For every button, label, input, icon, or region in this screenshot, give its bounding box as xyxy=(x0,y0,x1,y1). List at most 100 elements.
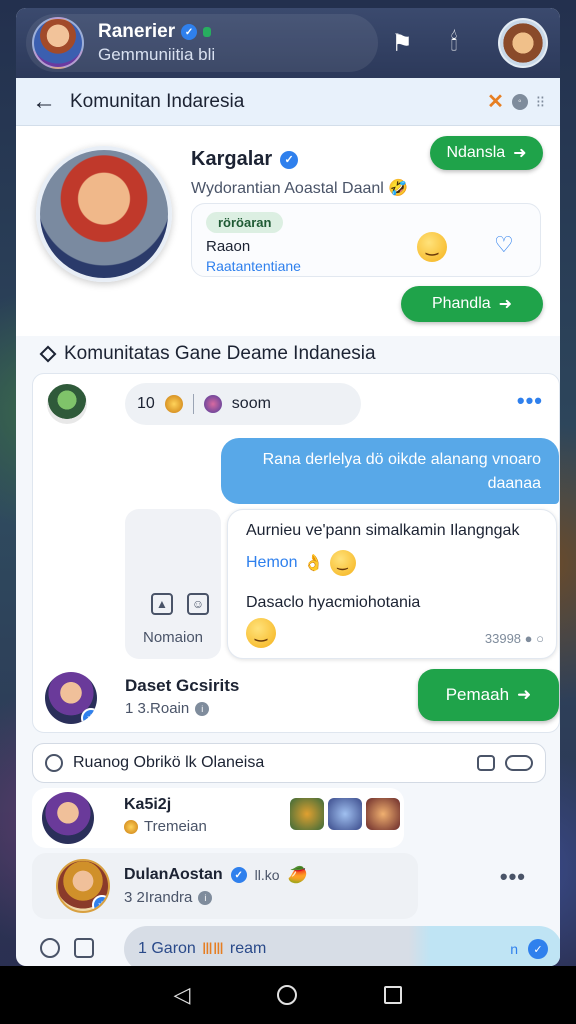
game-thumbnails xyxy=(290,798,400,830)
camera-icon[interactable] xyxy=(477,755,495,771)
attachment-label: Nomaion xyxy=(142,629,204,646)
verified-icon: ✓ xyxy=(181,24,198,40)
avatar[interactable] xyxy=(47,384,87,424)
arrow-right-icon: ➜ xyxy=(498,296,513,313)
composer-right: n ✓ xyxy=(510,939,548,959)
info-icon: i xyxy=(198,890,213,905)
top-profile-subtitle: Gemmuniitia bli xyxy=(98,45,216,64)
torch-icon[interactable]: 🕯 xyxy=(440,29,468,57)
follow-button-label: Ndansla xyxy=(446,144,506,161)
profile-name: Kargalar xyxy=(191,148,273,170)
composer-icons xyxy=(40,938,94,958)
fire-emoji-icon: ⅢⅢ xyxy=(201,941,224,958)
list-item[interactable]: ★ DulanAostan ✓ ll.ko 🥭 3 2Irandra i xyxy=(32,853,418,919)
list-item-meta: 3 2Irandra i xyxy=(124,889,213,906)
page-header: ← Komunitan Indaresia ✕ ◦ ⁝⁝ xyxy=(16,78,560,126)
follow-button[interactable]: Ndansla ➜ xyxy=(430,136,543,170)
status-ring-icon: ○ xyxy=(536,631,544,646)
more-dots-icon[interactable]: ⁝⁝ xyxy=(536,92,545,112)
list-item-meta-text: 3 2Irandra xyxy=(124,889,193,906)
verified-icon: ✓ xyxy=(230,867,247,883)
more-dots-icon[interactable]: ••• xyxy=(500,864,526,890)
arrow-right-icon: ➜ xyxy=(513,145,527,162)
message-timestamp: 33998 ● ○ xyxy=(485,631,544,646)
outgoing-message-bubble[interactable]: Rana derlelya dö oikde alanang vnoaro da… xyxy=(221,438,559,504)
member-meta-text: 1 3.Roain xyxy=(125,700,190,717)
join-button[interactable]: Pemaah ➜ xyxy=(418,669,559,721)
incoming-message-bubble[interactable]: Aurnieu ve'pann simalkamin Ilangngak Hem… xyxy=(227,509,557,659)
leaf-emoji-icon: 🥭 xyxy=(287,867,308,884)
member-name: Daset Gcsirits xyxy=(125,676,240,695)
sticker-icon[interactable]: ☺ xyxy=(187,593,209,615)
message-line: Aurnieu ve'pann simalkamin Ilangngak xyxy=(246,522,520,539)
attachment-card[interactable]: ▲ ☺ Nomaion xyxy=(125,509,221,659)
nav-home-icon[interactable] xyxy=(277,985,298,1005)
secondary-action-label: Phandla xyxy=(431,295,491,312)
member-count-pill[interactable]: 10 soom xyxy=(125,383,361,425)
settings-icon[interactable] xyxy=(40,938,60,958)
more-dots-icon[interactable]: ••• xyxy=(517,388,543,414)
composer-right-label: n xyxy=(510,941,518,957)
back-arrow-icon[interactable]: ← xyxy=(32,89,56,114)
top-app-bar: Ranerier ✓ Gemmuniitia bli ⚑ 🕯 xyxy=(16,8,560,78)
search-actions xyxy=(477,755,533,771)
join-button-label: Pemaah xyxy=(445,685,510,704)
header-actions: ✕ ◦ ⁝⁝ xyxy=(487,89,545,114)
message-field[interactable]: 1 Garon ⅢⅢ ream n ✓ xyxy=(124,926,560,966)
heart-icon[interactable]: ♡ xyxy=(494,232,514,258)
info-line-primary: Raaon xyxy=(206,238,251,255)
filter-icon[interactable] xyxy=(505,755,533,771)
profile-avatar[interactable] xyxy=(36,146,172,282)
list-item-name-row: DulanAostan ✓ ll.ko 🥭 xyxy=(124,865,308,885)
divider xyxy=(192,394,194,414)
arrow-right-icon: ➜ xyxy=(517,685,532,704)
game-thumbnail[interactable] xyxy=(366,798,400,830)
game-thumbnail[interactable] xyxy=(328,798,362,830)
image-icon[interactable]: ▲ xyxy=(151,593,173,615)
list-item[interactable]: Ka5i2j Tremeian xyxy=(32,788,404,848)
attach-icon[interactable] xyxy=(74,938,94,958)
secondary-action-button[interactable]: Phandla ➜ xyxy=(401,286,543,322)
message-draft: 1 Garon ⅢⅢ ream xyxy=(138,939,266,959)
info-icon: i xyxy=(195,701,210,716)
smile-emoji-icon: ‿ xyxy=(329,550,356,576)
flag-icon[interactable]: ⚑ xyxy=(388,29,416,58)
community-section-title: Komunitatas Gane Deame Indanesia xyxy=(39,343,376,365)
send-icon[interactable]: ✓ xyxy=(528,939,548,959)
read-receipt-icon: ● xyxy=(524,631,533,646)
profile-name-row: Kargalar ✓ xyxy=(191,148,299,171)
list-item-name: DulanAostan xyxy=(124,866,223,883)
attachment-icons: ▲ ☺ xyxy=(151,593,209,615)
verified-icon: ✓ xyxy=(280,150,299,169)
avatar[interactable] xyxy=(42,792,94,844)
status-ring-icon[interactable]: ◦ xyxy=(511,93,528,110)
top-profile-info: Ranerier ✓ Gemmuniitia bli xyxy=(98,21,215,65)
search-bar[interactable] xyxy=(32,743,546,783)
close-icon[interactable]: ✕ xyxy=(487,89,504,114)
hand-emoji-icon: 👌 xyxy=(303,555,324,572)
profile-subtitle-text: Wydorantian Aoastal Daanl xyxy=(191,180,384,197)
mention-link[interactable]: Hemon xyxy=(246,554,298,572)
user-avatar-button[interactable] xyxy=(498,18,548,68)
info-line-link[interactable]: Raatantentiane xyxy=(206,258,301,274)
avatar[interactable] xyxy=(32,17,84,69)
member-meta: 1 3.Roain i xyxy=(125,700,210,717)
draft-suffix: ream xyxy=(229,940,267,957)
top-profile-name: Ranerier xyxy=(98,21,176,42)
list-item-meta: Tremeian xyxy=(124,818,207,835)
message-mention: Hemon 👌 ‿ xyxy=(246,550,538,576)
coin-icon xyxy=(124,819,138,834)
diamond-icon xyxy=(39,345,57,363)
nav-recents-icon[interactable] xyxy=(384,986,403,1004)
status-chip: röröaran xyxy=(206,212,284,233)
search-input[interactable] xyxy=(73,754,467,772)
message-line: Dasaclo hyacmiohotania xyxy=(246,594,421,611)
avatar[interactable]: ★ xyxy=(56,859,110,913)
game-thumbnail[interactable] xyxy=(290,798,324,830)
nav-back-icon[interactable]: ◁ xyxy=(174,982,191,1008)
android-nav-bar: ◁ xyxy=(0,966,576,1024)
avatar[interactable]: ★ xyxy=(45,672,97,724)
pill-label: soom xyxy=(231,395,271,412)
timestamp-text: 33998 xyxy=(484,631,522,646)
search-icon xyxy=(45,754,63,772)
